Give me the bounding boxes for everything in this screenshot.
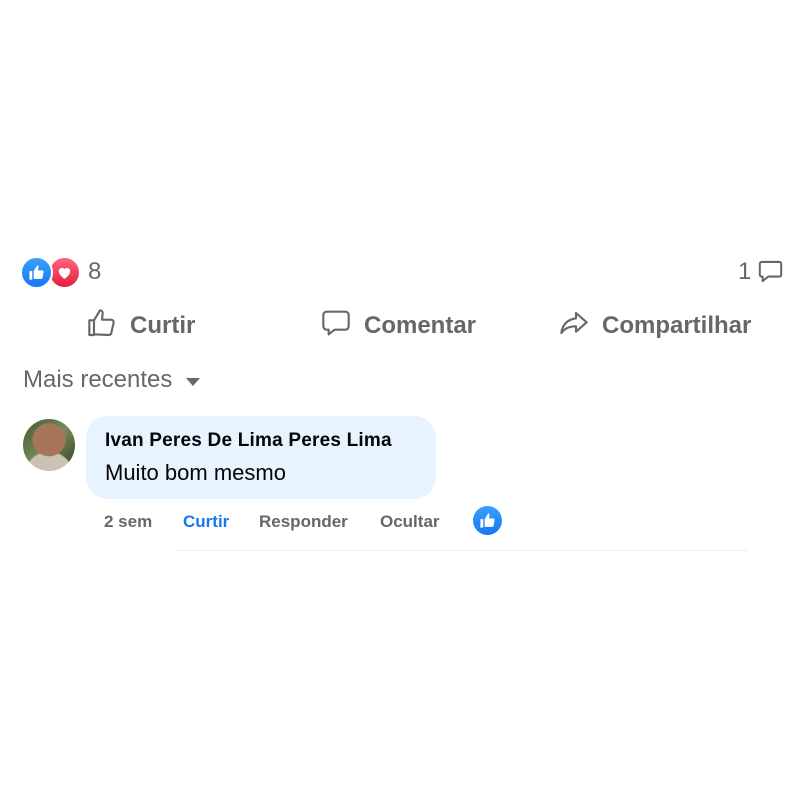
- caret-down-icon: [186, 378, 201, 386]
- comment-label: Comentar: [364, 312, 477, 339]
- comment-sort-dropdown[interactable]: Mais recentes: [23, 366, 201, 394]
- like-button[interactable]: Curtir: [86, 306, 195, 346]
- comment-text: Muito bom mesmo: [105, 460, 286, 485]
- comment-author[interactable]: Ivan Peres De Lima Peres Lima: [105, 430, 436, 452]
- comment-timestamp[interactable]: 2 sem: [104, 512, 152, 532]
- comment-icon: [320, 307, 352, 346]
- comment-reply-button[interactable]: Responder: [259, 512, 348, 532]
- share-label: Compartilhar: [602, 312, 752, 339]
- avatar[interactable]: [23, 419, 75, 471]
- comment-hide-button[interactable]: Ocultar: [380, 512, 440, 532]
- comment-count-icon: [757, 258, 784, 290]
- sort-label: Mais recentes: [23, 366, 173, 393]
- comment-like-button[interactable]: Curtir: [183, 512, 229, 532]
- like-reaction-icon: [20, 256, 53, 289]
- like-label: Curtir: [130, 312, 196, 339]
- reaction-count[interactable]: 8: [88, 258, 101, 286]
- comment-button[interactable]: Comentar: [320, 306, 476, 346]
- thumbs-up-icon: [86, 307, 118, 346]
- share-arrow-icon: [558, 307, 590, 346]
- comment-bubble: Ivan Peres De Lima Peres Lima Muito bom …: [86, 416, 436, 499]
- reaction-badges[interactable]: [20, 256, 81, 289]
- divider: [176, 550, 748, 551]
- comment-like-reaction-icon[interactable]: [473, 506, 502, 535]
- share-button[interactable]: Compartilhar: [558, 306, 751, 346]
- comment-count[interactable]: 1: [738, 258, 751, 286]
